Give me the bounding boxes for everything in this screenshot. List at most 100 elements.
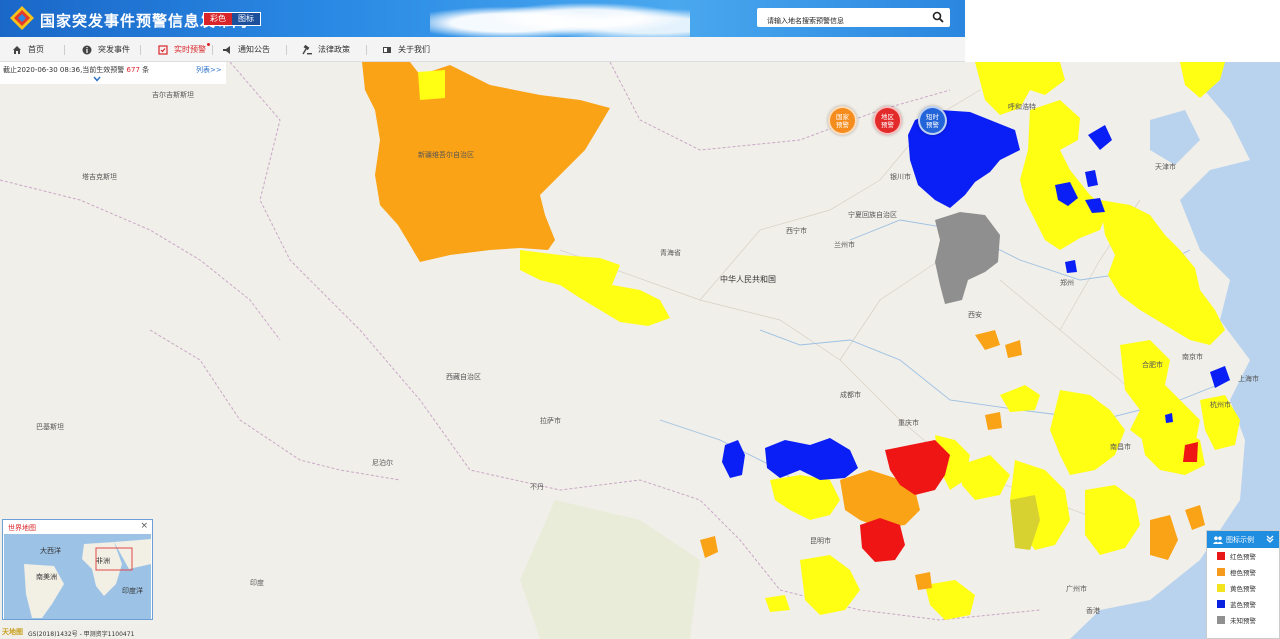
search-icon[interactable]: [932, 11, 944, 23]
map-copyright: GS(2018)1432号 - 甲测资字1100471: [28, 631, 135, 638]
warning-area-gray[interactable]: [935, 212, 1000, 304]
legend-title: 图标示例: [1226, 535, 1254, 544]
warning-area-blue[interactable]: [1085, 170, 1098, 187]
count-suffix: 条: [142, 66, 150, 74]
warning-area-orange[interactable]: [1150, 515, 1178, 560]
legend-header[interactable]: 图标示例: [1207, 531, 1279, 548]
map-label-zhengzhou: 郑州: [1060, 279, 1074, 287]
map-label-china: 中华人民共和国: [720, 275, 776, 284]
nav-divider: [212, 45, 213, 55]
list-view-link[interactable]: 列表>>: [196, 65, 222, 75]
legend-swatch: [1217, 584, 1225, 592]
main-nav: 首页 突发事件 实时预警 通知公告 法律政策 关于我们: [0, 37, 965, 62]
warning-area-blue[interactable]: [1210, 366, 1230, 388]
warning-area-yellow[interactable]: [1050, 390, 1125, 475]
map-label-yinchuan: 银川市: [890, 173, 911, 181]
nav-item-home[interactable]: 首页: [12, 37, 44, 62]
megaphone-icon: [223, 45, 230, 54]
nav-label: 关于我们: [398, 45, 430, 54]
nav-item-emergencies[interactable]: 突发事件: [82, 37, 130, 62]
warning-area-red[interactable]: [860, 518, 905, 562]
regional-warning-button[interactable]: 地区 预警: [873, 106, 902, 135]
warning-area-orange[interactable]: [985, 412, 1002, 430]
color-mode-button[interactable]: 彩色: [204, 13, 232, 25]
world-overview-map[interactable]: 世界地图 × 大西洋 非洲 南美洲 印度洋: [2, 519, 153, 620]
warning-area-yellow[interactable]: [520, 250, 670, 326]
close-icon[interactable]: ×: [140, 521, 148, 531]
warning-area-orange[interactable]: [362, 62, 610, 262]
home-icon: [13, 45, 21, 54]
nav-item-about[interactable]: 关于我们: [382, 37, 430, 62]
minimap-label-indian-ocean: 印度洋: [122, 587, 143, 595]
warning-area-blue[interactable]: [722, 440, 745, 478]
map-label-guangzhou: 广州市: [1066, 585, 1087, 593]
nav-item-notices[interactable]: 通知公告: [222, 37, 270, 62]
warning-count-text: 截止2020-06-30 08:36,当前生效预警 677 条: [3, 65, 149, 75]
map-label-ningxia: 宁夏回族自治区: [848, 211, 897, 219]
warning-map[interactable]: 中华人民共和国 拉萨市 西宁市 兰州市 成都市 重庆市 昆明市 广州市 上海市 …: [0, 62, 1280, 639]
nav-label: 首页: [28, 45, 44, 54]
search-input[interactable]: [757, 11, 922, 31]
info-icon: [82, 45, 92, 54]
legend-label: 未知预警: [1230, 617, 1256, 625]
icon-mode-button[interactable]: 图标: [232, 13, 260, 25]
legend-label: 橙色预警: [1230, 569, 1256, 577]
short-term-warning-button[interactable]: 短时 预警: [918, 106, 947, 135]
warning-area-orange[interactable]: [700, 536, 718, 558]
nav-divider: [286, 45, 287, 55]
warning-area-orange[interactable]: [1185, 505, 1205, 530]
map-label-chongqing: 重庆市: [898, 419, 919, 427]
search-box: [757, 8, 950, 31]
map-label-kyrgyzstan: 吉尔吉斯斯坦: [152, 91, 194, 99]
map-label-chengdu: 成都市: [840, 391, 861, 399]
warning-area-yellow[interactable]: [1085, 485, 1140, 555]
legend-item-red: 红色预警: [1207, 548, 1279, 564]
minimap-label-africa: 非洲: [96, 557, 110, 565]
legend-item-yellow: 黄色预警: [1207, 580, 1279, 596]
legend-item-blue: 蓝色预警: [1207, 596, 1279, 612]
legend-item-unknown: 未知预警: [1207, 612, 1279, 628]
map-label-xinjiang: 新疆维吾尔自治区: [418, 151, 474, 159]
warning-area-blue[interactable]: [765, 438, 858, 480]
chevron-down-icon[interactable]: [93, 76, 101, 82]
site-logo-icon[interactable]: [10, 6, 34, 30]
map-label-xian: 西安: [968, 311, 982, 319]
warning-area-orange[interactable]: [975, 330, 1000, 350]
map-label-bhutan: 不丹: [530, 483, 544, 491]
warning-area-yellow[interactable]: [418, 70, 445, 100]
legend-swatch: [1217, 568, 1225, 576]
map-label-shanghai: 上海市: [1238, 375, 1259, 383]
about-icon: [383, 46, 391, 53]
map-label-lhasa: 拉萨市: [540, 417, 561, 425]
map-label-hefei: 合肥市: [1142, 361, 1163, 369]
legend-label: 红色预警: [1230, 553, 1256, 561]
legend-swatch: [1217, 600, 1225, 608]
nav-divider: [140, 45, 141, 55]
map-label-kunming: 昆明市: [810, 537, 831, 545]
nav-item-realtime[interactable]: 实时预警: [158, 37, 210, 62]
nav-divider: [366, 45, 367, 55]
map-label-tibet: 西藏自治区: [446, 373, 481, 381]
warning-area-blue[interactable]: [1065, 260, 1077, 273]
users-icon: [1213, 535, 1223, 544]
minimap-canvas[interactable]: 大西洋 非洲 南美洲 印度洋: [4, 534, 151, 619]
nav-item-law[interactable]: 法律政策: [302, 37, 350, 62]
minimap-label-south-america: 南美洲: [36, 573, 57, 581]
india-plain: [520, 500, 700, 639]
warning-area-yellow[interactable]: [770, 475, 840, 520]
map-canvas: [0, 62, 1280, 639]
national-warning-button[interactable]: 国家 预警: [828, 106, 857, 135]
new-indicator-dot: [207, 43, 210, 46]
warning-area-blue[interactable]: [1088, 125, 1112, 150]
warning-area-yellow[interactable]: [765, 595, 790, 612]
warning-area-orange[interactable]: [1005, 340, 1022, 358]
map-label-nanjing: 南京市: [1182, 353, 1203, 361]
map-label-hangzhou: 杭州市: [1210, 401, 1231, 409]
warning-area-yellow[interactable]: [800, 555, 860, 615]
legend-label: 蓝色预警: [1230, 601, 1256, 609]
warning-area-yellow[interactable]: [925, 580, 975, 620]
warning-area-orange[interactable]: [915, 572, 932, 590]
legend-panel: 图标示例 红色预警 橙色预警 黄色预警 蓝色预警 未知预警: [1206, 530, 1280, 639]
chevrons-down-icon[interactable]: [1265, 534, 1275, 544]
warning-area-red[interactable]: [1183, 442, 1198, 462]
